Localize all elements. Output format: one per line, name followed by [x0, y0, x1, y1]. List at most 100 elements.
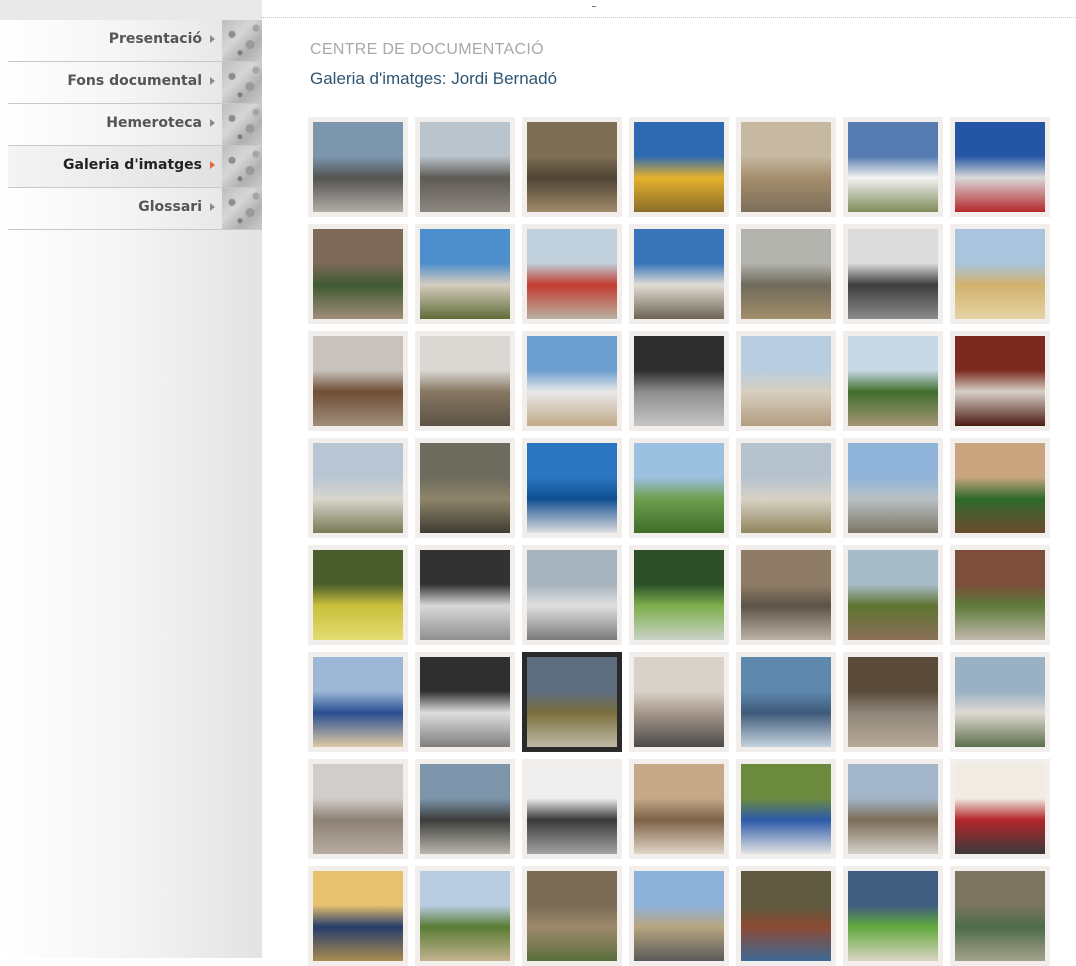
gallery-thumbnail[interactable]: [736, 545, 836, 645]
gallery-thumbnail[interactable]: [415, 438, 515, 538]
gallery-thumbnail[interactable]: [522, 331, 622, 431]
gallery-thumbnail[interactable]: [415, 652, 515, 752]
gallery-thumbnail[interactable]: [950, 652, 1050, 752]
gallery-thumbnail[interactable]: [522, 545, 622, 645]
nav-item-glossari[interactable]: Glossari: [8, 188, 262, 230]
thumbnail-photo: [527, 122, 617, 212]
thumbnail-photo: [848, 229, 938, 319]
gallery-thumbnail[interactable]: [629, 224, 729, 324]
gallery-thumbnail[interactable]: [736, 866, 836, 966]
gallery-thumbnail[interactable]: [522, 652, 622, 752]
nav-item-presentacio[interactable]: Presentació: [8, 20, 262, 62]
gallery-thumbnail[interactable]: [415, 224, 515, 324]
gallery-thumbnail[interactable]: [308, 331, 408, 431]
gallery-thumbnail[interactable]: [415, 866, 515, 966]
gallery-thumbnail[interactable]: [736, 331, 836, 431]
gallery-thumbnail[interactable]: [736, 759, 836, 859]
arrow-right-icon: [210, 119, 215, 127]
gallery-thumbnail[interactable]: [843, 117, 943, 217]
nav-label: Glossari: [138, 199, 202, 215]
thumbnail-photo: [741, 657, 831, 747]
arrow-right-icon: [210, 161, 215, 169]
gallery-thumbnail[interactable]: [522, 866, 622, 966]
nav-item-hemeroteca[interactable]: Hemeroteca: [8, 104, 262, 146]
thumbnail-photo: [634, 122, 724, 212]
gallery-thumbnail[interactable]: [950, 117, 1050, 217]
gallery-thumbnail[interactable]: [629, 652, 729, 752]
thumbnail-photo: [527, 871, 617, 961]
gallery-thumbnail[interactable]: [522, 224, 622, 324]
gallery-thumbnail[interactable]: [629, 866, 729, 966]
gallery-thumbnail[interactable]: [629, 759, 729, 859]
gallery-thumbnail[interactable]: [736, 224, 836, 324]
gallery-thumbnail[interactable]: [736, 652, 836, 752]
nav-label: Hemeroteca: [106, 115, 202, 131]
gallery-thumbnail[interactable]: [843, 866, 943, 966]
gallery-thumbnail[interactable]: [629, 438, 729, 538]
gallery-thumbnail[interactable]: [522, 117, 622, 217]
gallery-thumbnail[interactable]: [950, 331, 1050, 431]
thumbnail-photo: [313, 229, 403, 319]
thumbnail-photo: [527, 764, 617, 854]
gallery-thumbnail[interactable]: [629, 545, 729, 645]
thumbnail-photo: [741, 871, 831, 961]
thumbnail-photo: [313, 336, 403, 426]
thumbnail-photo: [420, 122, 510, 212]
thumbnail-photo: [420, 550, 510, 640]
thumbnail-photo: [741, 764, 831, 854]
gallery-thumbnail[interactable]: [415, 759, 515, 859]
gallery-thumbnail[interactable]: [308, 866, 408, 966]
thumbnail-photo: [527, 443, 617, 533]
thumbnail-photo: [955, 229, 1045, 319]
gallery-thumbnail[interactable]: [843, 652, 943, 752]
thumbnail-photo: [634, 764, 724, 854]
gallery-thumbnail[interactable]: [415, 331, 515, 431]
thumbnail-photo: [741, 443, 831, 533]
nav-item-fons-documental[interactable]: Fons documental: [8, 62, 262, 104]
thumbnail-photo: [848, 443, 938, 533]
gallery-thumbnail[interactable]: [950, 759, 1050, 859]
gallery-thumbnail[interactable]: [415, 117, 515, 217]
gallery-thumbnail[interactable]: [843, 759, 943, 859]
thumbnail-photo: [527, 336, 617, 426]
gallery-thumbnail[interactable]: [522, 759, 622, 859]
gallery-thumbnail[interactable]: [843, 331, 943, 431]
thumbnail-photo: [527, 657, 617, 747]
thumbnail-photo: [420, 871, 510, 961]
gallery-thumbnail[interactable]: [629, 331, 729, 431]
gallery-thumbnail[interactable]: [843, 438, 943, 538]
arrow-right-icon: [210, 35, 215, 43]
thumbnail-photo: [848, 764, 938, 854]
top-dash: [592, 6, 596, 7]
thumbnail-photo: [313, 871, 403, 961]
gallery-thumbnail[interactable]: [950, 224, 1050, 324]
gallery-thumbnail[interactable]: [308, 224, 408, 324]
thumbnail-photo: [955, 871, 1045, 961]
gallery-thumbnail[interactable]: [843, 224, 943, 324]
section-title: CENTRE DE DOCUMENTACIÓ: [310, 41, 544, 58]
gallery-thumbnail[interactable]: [308, 545, 408, 645]
thumbnail-photo: [634, 871, 724, 961]
gallery-thumbnail[interactable]: [308, 117, 408, 217]
thumbnail-photo: [848, 871, 938, 961]
gallery-thumbnail[interactable]: [736, 117, 836, 217]
page-title: Galeria d'imatges: Jordi Bernadó: [310, 69, 558, 88]
sidebar-menu: Presentació Fons documental Hemeroteca G…: [8, 20, 262, 230]
gallery-thumbnail[interactable]: [843, 545, 943, 645]
gallery-thumbnail[interactable]: [950, 545, 1050, 645]
gallery-thumbnail[interactable]: [308, 438, 408, 538]
gallery-thumbnail[interactable]: [736, 438, 836, 538]
thumbnail-photo: [955, 657, 1045, 747]
gallery-thumbnail[interactable]: [950, 438, 1050, 538]
gallery-thumbnail[interactable]: [308, 759, 408, 859]
stone-texture-decoration: [222, 146, 262, 187]
gallery-thumbnail[interactable]: [522, 438, 622, 538]
gallery-thumbnail[interactable]: [950, 866, 1050, 966]
gallery-thumbnail[interactable]: [629, 117, 729, 217]
gallery-thumbnail[interactable]: [415, 545, 515, 645]
gallery-thumbnail[interactable]: [308, 652, 408, 752]
thumbnail-photo: [741, 229, 831, 319]
thumbnail-photo: [848, 122, 938, 212]
nav-item-galeria-imatges[interactable]: Galeria d'imatges: [8, 146, 262, 188]
stone-texture-decoration: [222, 188, 262, 229]
